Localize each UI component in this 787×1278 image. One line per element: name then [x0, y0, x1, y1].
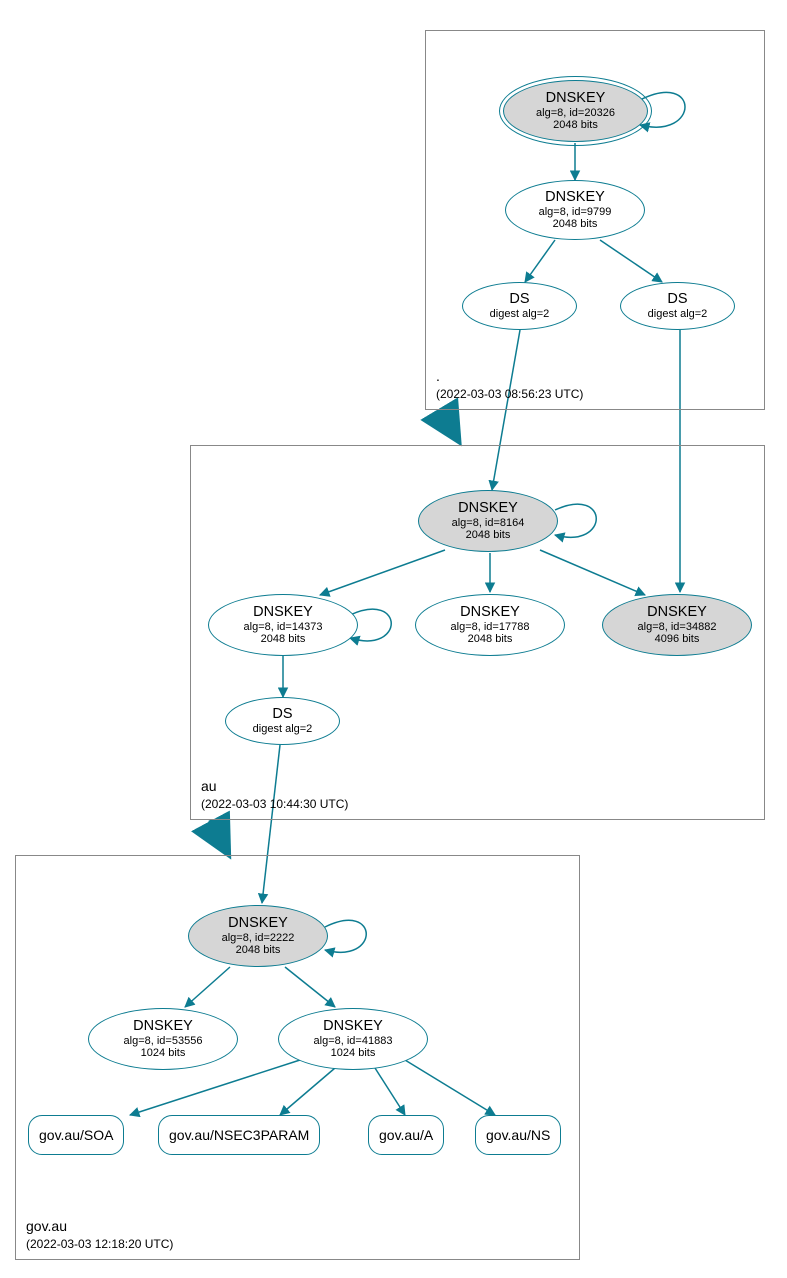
node-root-ksk: DNSKEY alg=8, id=20326 2048 bits [503, 80, 648, 142]
zone-gov-ts: (2022-03-03 12:18:20 UTC) [26, 1237, 173, 1251]
node-title: DNSKEY [647, 604, 707, 621]
rr-label: gov.au/NS [486, 1127, 550, 1143]
node-title: DNSKEY [133, 1018, 193, 1035]
node-sub1: alg=8, id=53556 [124, 1035, 203, 1048]
node-sub2: 1024 bits [141, 1047, 186, 1060]
zone-au-name: au [201, 778, 348, 794]
node-title: DS [667, 291, 687, 308]
node-title: DS [272, 706, 292, 723]
node-sub1: digest alg=2 [490, 308, 550, 321]
node-sub1: digest alg=2 [648, 308, 708, 321]
node-root-ds2: DS digest alg=2 [620, 282, 735, 330]
node-sub1: alg=8, id=8164 [452, 517, 525, 530]
node-gov-zsk2: DNSKEY alg=8, id=41883 1024 bits [278, 1008, 428, 1070]
node-title: DS [509, 291, 529, 308]
rr-label: gov.au/A [379, 1127, 433, 1143]
node-title: DNSKEY [253, 604, 313, 621]
node-sub2: 2048 bits [236, 944, 281, 957]
rr-ns: gov.au/NS [475, 1115, 561, 1155]
node-au-zsk2: DNSKEY alg=8, id=17788 2048 bits [415, 594, 565, 656]
zone-root-name: . [436, 368, 583, 384]
node-sub1: alg=8, id=2222 [222, 932, 295, 945]
node-sub2: 2048 bits [468, 633, 513, 646]
node-title: DNSKEY [546, 90, 606, 107]
rr-label: gov.au/SOA [39, 1127, 113, 1143]
zone-gov-label: gov.au (2022-03-03 12:18:20 UTC) [26, 1218, 173, 1251]
node-sub1: digest alg=2 [253, 723, 313, 736]
rr-a: gov.au/A [368, 1115, 444, 1155]
node-title: DNSKEY [545, 189, 605, 206]
node-sub2: 2048 bits [553, 119, 598, 132]
node-title: DNSKEY [323, 1018, 383, 1035]
node-title: DNSKEY [458, 500, 518, 517]
node-sub1: alg=8, id=34882 [638, 621, 717, 634]
node-sub2: 4096 bits [655, 633, 700, 646]
rr-nsec3param: gov.au/NSEC3PARAM [158, 1115, 320, 1155]
node-au-zsk3: DNSKEY alg=8, id=34882 4096 bits [602, 594, 752, 656]
node-sub1: alg=8, id=14373 [244, 621, 323, 634]
node-gov-zsk1: DNSKEY alg=8, id=53556 1024 bits [88, 1008, 238, 1070]
node-root-ds1: DS digest alg=2 [462, 282, 577, 330]
zone-root-ts: (2022-03-03 08:56:23 UTC) [436, 387, 583, 401]
zone-gov-name: gov.au [26, 1218, 173, 1234]
node-title: DNSKEY [460, 604, 520, 621]
node-sub2: 2048 bits [261, 633, 306, 646]
node-sub1: alg=8, id=9799 [539, 206, 612, 219]
node-gov-ksk: DNSKEY alg=8, id=2222 2048 bits [188, 905, 328, 967]
node-root-zsk: DNSKEY alg=8, id=9799 2048 bits [505, 180, 645, 240]
node-au-ds: DS digest alg=2 [225, 697, 340, 745]
node-sub2: 1024 bits [331, 1047, 376, 1060]
node-sub1: alg=8, id=41883 [314, 1035, 393, 1048]
node-sub1: alg=8, id=20326 [536, 107, 615, 120]
node-au-zsk1: DNSKEY alg=8, id=14373 2048 bits [208, 594, 358, 656]
zone-au-label: au (2022-03-03 10:44:30 UTC) [201, 778, 348, 811]
node-sub2: 2048 bits [553, 218, 598, 231]
node-au-ksk: DNSKEY alg=8, id=8164 2048 bits [418, 490, 558, 552]
rr-soa: gov.au/SOA [28, 1115, 124, 1155]
node-title: DNSKEY [228, 915, 288, 932]
zone-au-ts: (2022-03-03 10:44:30 UTC) [201, 797, 348, 811]
zone-root-label: . (2022-03-03 08:56:23 UTC) [436, 368, 583, 401]
rr-label: gov.au/NSEC3PARAM [169, 1127, 309, 1143]
node-sub2: 2048 bits [466, 529, 511, 542]
node-sub1: alg=8, id=17788 [451, 621, 530, 634]
